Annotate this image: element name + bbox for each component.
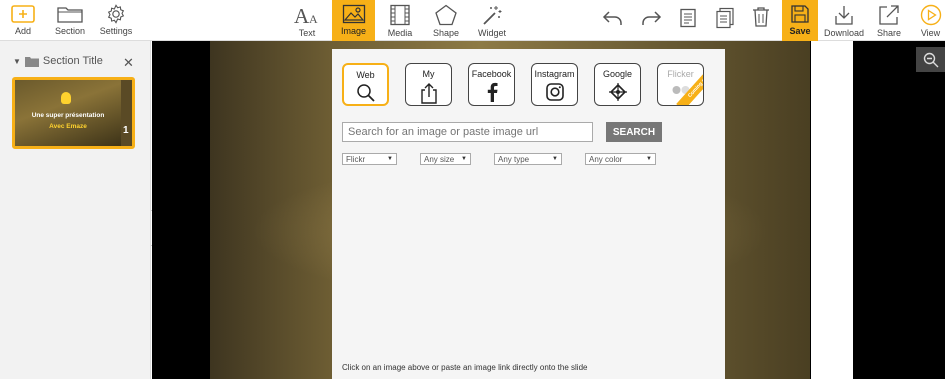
document-icon <box>680 8 696 28</box>
shape-label: Shape <box>432 28 460 38</box>
save-button[interactable]: Save <box>782 0 818 44</box>
save-label: Save <box>789 26 811 36</box>
slide-number: 1 <box>123 125 129 136</box>
source-label: My <box>422 69 435 79</box>
redo-icon <box>642 11 662 25</box>
settings-label: Settings <box>99 26 133 36</box>
source-facebook[interactable]: Facebook <box>468 63 515 106</box>
add-label: Add <box>14 26 31 36</box>
dropdown-arrow-icon: ▼ <box>646 156 652 162</box>
svg-text:A: A <box>294 4 310 26</box>
download-icon <box>835 6 853 25</box>
film-icon <box>390 4 410 26</box>
size-select-value: Any size <box>424 154 455 164</box>
canvas-edge <box>811 41 853 379</box>
zoom-out-icon <box>923 52 938 67</box>
pentagon-icon <box>435 4 457 26</box>
undo-button[interactable] <box>600 0 626 41</box>
delete-button[interactable] <box>749 0 773 41</box>
search-button[interactable]: SEARCH <box>606 122 662 142</box>
shape-button[interactable]: Shape <box>428 0 464 41</box>
toolbar: Add Section Settings AA Text Image Media… <box>0 0 945 44</box>
size-select[interactable]: Any size ▼ <box>420 153 471 165</box>
provider-select[interactable]: Flickr ▼ <box>342 153 397 165</box>
undo-icon <box>602 11 622 25</box>
provider-select-value: Flickr <box>346 154 366 164</box>
svg-text:A: A <box>309 12 318 26</box>
section-title: Section Title <box>42 55 103 67</box>
source-google[interactable]: Google <box>594 63 641 106</box>
download-button[interactable]: Download <box>823 0 865 41</box>
trash-icon <box>753 7 769 27</box>
image-button[interactable]: Image <box>332 0 375 41</box>
dropdown-arrow-icon: ▼ <box>552 156 558 162</box>
gear-icon <box>107 4 125 24</box>
widget-button[interactable]: Widget <box>474 0 510 41</box>
media-label: Media <box>387 28 413 38</box>
text-button[interactable]: AA Text <box>290 0 324 41</box>
section-button[interactable]: Section <box>52 0 88 41</box>
source-my[interactable]: My <box>405 63 452 106</box>
view-button[interactable]: View <box>916 0 945 41</box>
folder-icon <box>24 56 39 67</box>
view-label: View <box>920 28 941 38</box>
caret-down-icon[interactable]: ▼ <box>13 57 21 66</box>
search-icon <box>356 84 375 102</box>
facebook-icon <box>487 82 497 102</box>
share-icon <box>879 5 899 25</box>
floppy-disk-icon <box>791 5 809 23</box>
source-label: Web <box>356 70 375 80</box>
instagram-icon <box>545 83 564 101</box>
color-select-value: Any color <box>589 154 623 164</box>
notes-button[interactable] <box>676 0 700 41</box>
section-label: Section <box>54 26 86 36</box>
folder-icon <box>57 7 83 23</box>
source-label: Flicker <box>667 69 694 79</box>
image-search-panel: Web My Facebook Instagram Google Flicker… <box>332 49 725 379</box>
duplicate-button[interactable] <box>713 0 737 41</box>
type-select[interactable]: Any type ▼ <box>494 153 562 165</box>
source-label: Facebook <box>471 69 512 79</box>
slides-sidebar: ▼ Section Title ✕ Une super présentation… <box>0 41 151 379</box>
source-web[interactable]: Web <box>342 63 389 106</box>
image-icon <box>342 4 365 24</box>
widget-label: Widget <box>477 28 506 38</box>
add-button[interactable]: Add <box>7 0 39 41</box>
source-label: Instagram <box>534 69 575 79</box>
color-select[interactable]: Any color ▼ <box>585 153 656 165</box>
image-search-input[interactable] <box>342 122 593 142</box>
slide-title: Une super présentation <box>31 112 105 119</box>
redo-button[interactable] <box>638 0 664 41</box>
image-label: Image <box>340 26 366 36</box>
google-icon <box>608 83 627 101</box>
share-label: Share <box>876 28 902 38</box>
slide-subtitle: Avec Emaze <box>49 123 87 130</box>
close-icon[interactable]: ✕ <box>123 55 134 71</box>
section-header[interactable]: ▼ Section Title <box>13 55 103 67</box>
panel-hint-text: Click on an image above or paste an imag… <box>342 363 588 372</box>
type-select-value: Any type <box>498 154 530 164</box>
source-flicker[interactable]: Flicker Coming soon <box>657 63 704 106</box>
slide-thumbnail-image: Une super présentation Avec Emaze <box>15 80 121 146</box>
media-button[interactable]: Media <box>382 0 418 41</box>
copy-icon <box>716 7 734 29</box>
download-label: Download <box>823 28 865 38</box>
lightbulb-icon <box>61 92 71 104</box>
dropdown-arrow-icon: ▼ <box>461 156 467 162</box>
zoom-button[interactable] <box>916 47 945 72</box>
share-button[interactable]: Share <box>872 0 906 41</box>
source-label: Google <box>602 69 633 79</box>
source-instagram[interactable]: Instagram <box>531 63 578 106</box>
text-label: Text <box>298 28 316 38</box>
slide-thumbnail[interactable]: Une super présentation Avec Emaze 1 <box>12 77 135 149</box>
dropdown-arrow-icon: ▼ <box>387 156 393 162</box>
upload-icon <box>420 83 437 104</box>
settings-button[interactable]: Settings <box>98 0 134 41</box>
add-icon <box>11 5 35 23</box>
text-icon: AA <box>294 4 318 26</box>
play-icon <box>920 4 941 26</box>
magic-wand-icon <box>483 6 502 25</box>
